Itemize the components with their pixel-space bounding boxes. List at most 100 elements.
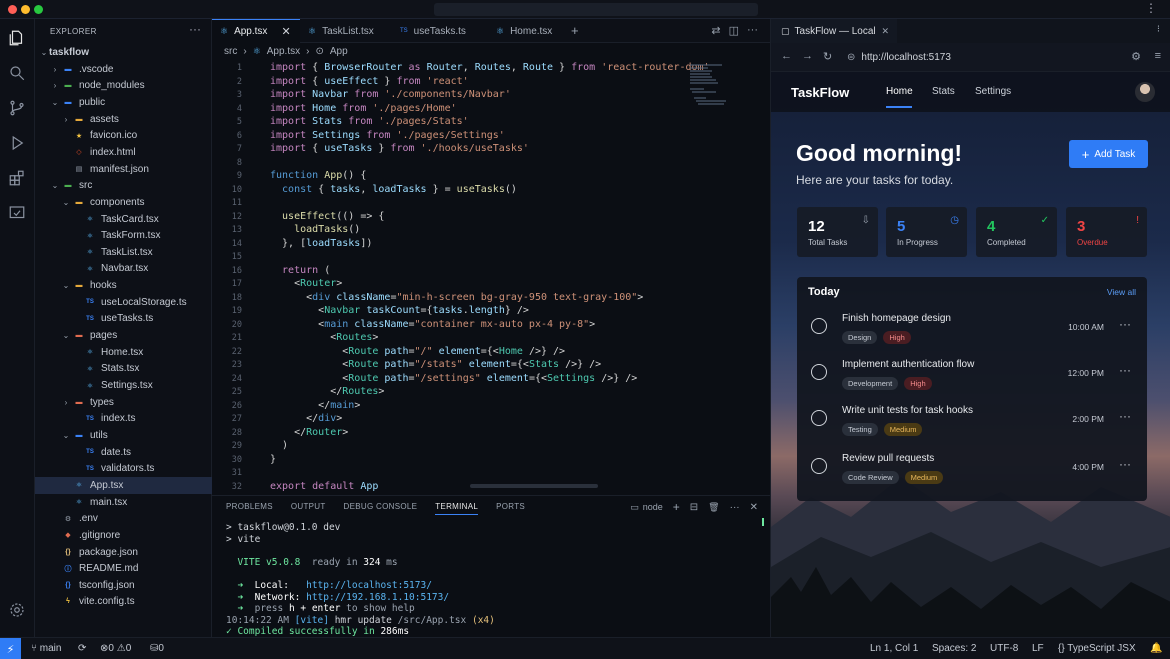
- tree-item[interactable]: ⌄ ▬ public: [35, 94, 212, 111]
- ports-status[interactable]: ⛁0: [150, 643, 164, 654]
- reload-icon[interactable]: ↻: [823, 50, 832, 63]
- breadcrumb-folder[interactable]: src: [224, 46, 237, 57]
- browser-menu-icon[interactable]: ≡: [1155, 50, 1161, 62]
- tree-item[interactable]: › ▬ types: [35, 394, 212, 411]
- close-window-button[interactable]: [8, 5, 17, 14]
- task-checkbox[interactable]: [811, 318, 827, 334]
- tree-item[interactable]: ⚛ TaskList.tsx: [35, 244, 212, 261]
- command-center[interactable]: [434, 3, 758, 16]
- tree-item[interactable]: ⌄ ▬ utils: [35, 427, 212, 444]
- tab-home-tsx[interactable]: ⚛ Home.tsx: [488, 19, 568, 43]
- close-tab-icon[interactable]: ✕: [881, 26, 889, 37]
- tree-item[interactable]: ▤ manifest.json: [35, 161, 212, 178]
- tree-item[interactable]: ⚛ Navbar.tsx: [35, 260, 212, 277]
- tree-item[interactable]: ⌄ ▬ src: [35, 177, 212, 194]
- add-task-button[interactable]: + Add Task: [1069, 140, 1148, 168]
- task-checkbox[interactable]: [811, 410, 827, 426]
- tree-item[interactable]: ⌄ ▬ components: [35, 194, 212, 211]
- task-row[interactable]: Finish homepage design Design High 10:00 AM…: [797, 310, 1147, 354]
- explorer-icon[interactable]: [6, 27, 28, 49]
- stat-card[interactable]: 3 Overdue!: [1066, 207, 1147, 257]
- terminal-shell-label[interactable]: node: [643, 502, 663, 512]
- panel-tab-output[interactable]: OUTPUT: [291, 502, 326, 515]
- tree-item[interactable]: ⌄ taskflow: [35, 44, 212, 61]
- stat-card[interactable]: 5 In Progress ◷: [886, 207, 967, 257]
- tree-item[interactable]: › ▬ node_modules: [35, 77, 212, 94]
- source-control-icon[interactable]: [6, 97, 28, 119]
- panel-tab-ports[interactable]: PORTS: [496, 502, 525, 515]
- task-row[interactable]: Review pull requests Code Review Medium 4:0…: [797, 450, 1147, 494]
- tree-item[interactable]: ⚛ App.tsx: [35, 476, 212, 494]
- extension-icon[interactable]: ⚙: [1131, 50, 1141, 63]
- view-all-link[interactable]: View all: [1107, 287, 1136, 297]
- more-icon[interactable]: ⋮: [1145, 1, 1157, 15]
- indentation[interactable]: Spaces: 2: [932, 643, 976, 654]
- tree-item[interactable]: ⚛ main.tsx: [35, 494, 212, 511]
- maximize-window-button[interactable]: [34, 5, 43, 14]
- tree-item[interactable]: ⚙ .env: [35, 510, 212, 527]
- editor-more-icon[interactable]: ···: [747, 24, 758, 37]
- task-row[interactable]: Implement authentication flow Development…: [797, 356, 1147, 400]
- trash-icon[interactable]: 🗑: [708, 502, 719, 513]
- problems-status[interactable]: ⊗0 ⚠0: [100, 643, 131, 654]
- tree-item[interactable]: ⚛ Stats.tsx: [35, 360, 212, 377]
- tree-item[interactable]: ⚛ Home.tsx: [35, 344, 212, 361]
- notifications-icon[interactable]: 🔔: [1150, 643, 1162, 654]
- task-row[interactable]: Write unit tests for task hooks Testing Me…: [797, 402, 1147, 446]
- panel-tab-problems[interactable]: PROBLEMS: [226, 502, 273, 515]
- brand-logo[interactable]: TaskFlow: [791, 85, 849, 100]
- remote-icon[interactable]: ⚡: [0, 638, 21, 659]
- panel-tab-debug-console[interactable]: DEBUG CONSOLE: [344, 502, 418, 515]
- run-debug-icon[interactable]: [6, 132, 28, 154]
- tree-item[interactable]: ★ favicon.ico: [35, 127, 212, 144]
- tree-item[interactable]: ⚛ TaskCard.tsx: [35, 211, 212, 228]
- tree-item[interactable]: ⌄ ▬ pages: [35, 327, 212, 344]
- back-icon[interactable]: ←: [781, 50, 792, 62]
- remote-explorer-icon[interactable]: [6, 202, 28, 224]
- close-icon[interactable]: ✕: [281, 25, 290, 38]
- tree-item[interactable]: ⓘ README.md: [35, 560, 212, 577]
- avatar[interactable]: [1135, 82, 1155, 102]
- breadcrumb-file[interactable]: App.tsx: [267, 46, 300, 57]
- cursor-position[interactable]: Ln 1, Col 1: [870, 643, 918, 654]
- task-more-icon[interactable]: ···: [1119, 409, 1131, 423]
- tree-item[interactable]: TS validators.ts: [35, 460, 212, 477]
- panel-more-icon[interactable]: ···: [730, 502, 740, 513]
- extensions-icon[interactable]: [6, 167, 28, 189]
- tree-item[interactable]: ϟ vite.config.ts: [35, 593, 212, 610]
- tab-app-tsx[interactable]: ⚛ App.tsx ✕: [212, 19, 300, 43]
- tree-item[interactable]: {} package.json: [35, 544, 212, 561]
- tab-tasklist-tsx[interactable]: ⚛ TaskList.tsx: [300, 19, 392, 43]
- stat-card[interactable]: 4 Completed ✓: [976, 207, 1057, 257]
- task-more-icon[interactable]: ···: [1119, 457, 1131, 471]
- tree-item[interactable]: TS useTasks.ts: [35, 310, 212, 327]
- task-more-icon[interactable]: ···: [1119, 363, 1131, 377]
- new-terminal-icon[interactable]: +: [673, 500, 680, 514]
- explorer-more-icon[interactable]: ···: [189, 22, 201, 36]
- split-editor-icon[interactable]: ◫: [729, 24, 739, 37]
- tree-item[interactable]: ◆ .gitignore: [35, 527, 212, 544]
- split-terminal-icon[interactable]: ⊟: [690, 502, 698, 513]
- settings-gear-icon[interactable]: [6, 599, 28, 621]
- horizontal-scrollbar[interactable]: [470, 484, 598, 488]
- tree-item[interactable]: ⌄ ▬ hooks: [35, 277, 212, 294]
- address-bar[interactable]: ⊜ http://localhost:5173: [847, 48, 951, 66]
- tree-item[interactable]: TS date.ts: [35, 444, 212, 461]
- new-tab-icon[interactable]: +: [571, 23, 579, 38]
- line-endings[interactable]: LF: [1032, 643, 1044, 654]
- minimize-window-button[interactable]: [21, 5, 30, 14]
- close-panel-icon[interactable]: ✕: [750, 502, 758, 513]
- tree-item[interactable]: ⚛ TaskForm.tsx: [35, 227, 212, 244]
- tree-item[interactable]: › ▬ assets: [35, 111, 212, 128]
- search-icon[interactable]: [6, 62, 28, 84]
- nav-stats[interactable]: Stats: [932, 86, 955, 97]
- tree-item[interactable]: › ▬ .vscode: [35, 61, 212, 78]
- nav-settings[interactable]: Settings: [975, 86, 1011, 97]
- panel-tab-terminal[interactable]: TERMINAL: [435, 502, 479, 515]
- nav-home[interactable]: Home: [886, 86, 913, 97]
- forward-icon[interactable]: →: [802, 50, 813, 62]
- tree-item[interactable]: TS useLocalStorage.ts: [35, 294, 212, 311]
- compare-icon[interactable]: ⇄: [711, 24, 720, 37]
- browser-tabs-more-icon[interactable]: ⁝: [1157, 24, 1160, 35]
- stat-card[interactable]: 12 Total Tasks ⇩: [797, 207, 878, 257]
